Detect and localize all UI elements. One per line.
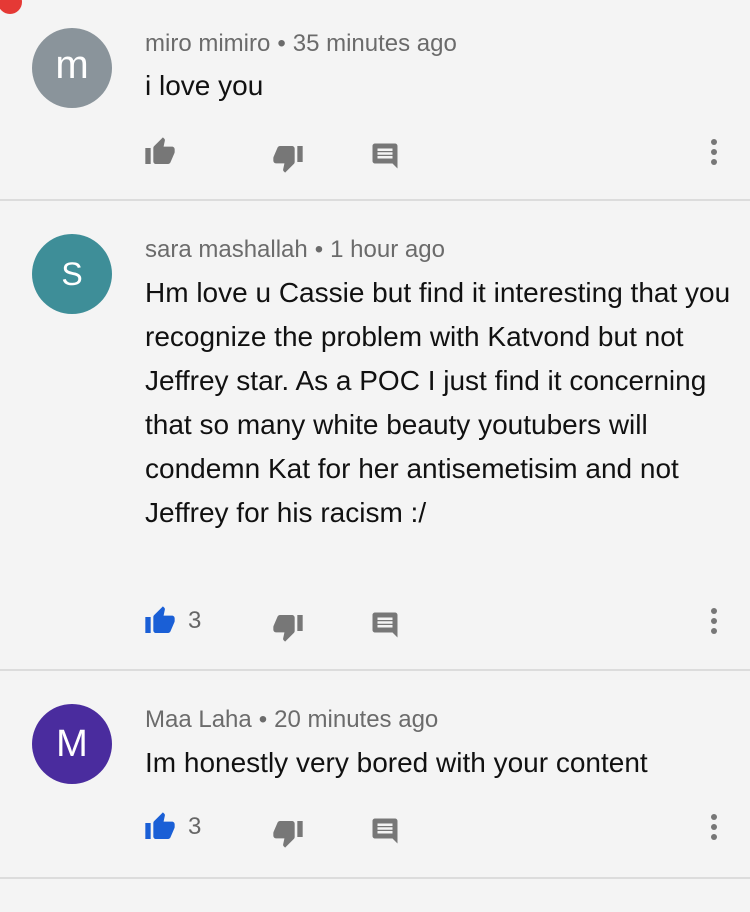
dislike-button[interactable] — [272, 813, 304, 853]
comment-meta: miro mimiro • 35 minutes ago — [145, 30, 457, 58]
comment-time[interactable]: 35 minutes ago — [293, 30, 457, 57]
more-vert-icon — [709, 138, 719, 166]
author-name[interactable]: Maa Laha — [145, 706, 252, 733]
thumbs-down-icon — [272, 611, 304, 643]
avatar-letter: M — [56, 722, 88, 765]
comment-actions: 3 — [0, 601, 750, 642]
meta-separator: • — [277, 30, 286, 57]
comment-meta: sara mashallah • 1 hour ago — [145, 236, 445, 264]
more-options-button[interactable] — [700, 601, 728, 641]
comment-time[interactable]: 20 minutes ago — [274, 706, 438, 733]
meta-separator: • — [258, 706, 268, 733]
avatar[interactable]: m — [32, 28, 112, 108]
thumbs-down-icon — [272, 817, 304, 849]
thumbs-up-icon — [144, 811, 176, 843]
more-vert-icon — [709, 607, 719, 635]
dislike-button[interactable] — [272, 607, 304, 647]
comment-actions — [0, 132, 750, 173]
comment-text: Im honestly very bored with your content — [145, 747, 648, 778]
more-vert-icon — [709, 813, 719, 841]
avatar[interactable]: S — [32, 234, 112, 314]
like-button[interactable]: 3 — [144, 807, 201, 847]
comment-item: m miro mimiro • 35 minutes ago i love you — [0, 0, 750, 201]
thumbs-down-icon — [272, 142, 304, 174]
author-name[interactable]: sara mashallah — [145, 236, 308, 263]
comment-text: i love you — [145, 70, 264, 101]
comment-actions: 3 — [0, 807, 750, 848]
comment-text: Hm love u Cassie but find it interesting… — [145, 277, 731, 528]
avatar-letter: m — [55, 42, 89, 87]
like-button[interactable]: 3 — [144, 601, 201, 641]
comment-meta: Maa Laha • 20 minutes ago — [145, 706, 438, 734]
thumbs-up-icon — [144, 605, 176, 637]
meta-separator: • — [314, 236, 324, 263]
more-options-button[interactable] — [700, 132, 728, 172]
avatar-letter: S — [61, 255, 83, 292]
reply-button[interactable] — [370, 605, 400, 645]
more-options-button[interactable] — [700, 807, 728, 847]
like-button[interactable] — [144, 132, 188, 172]
comment-icon — [370, 610, 400, 640]
thumbs-up-icon — [144, 136, 176, 168]
comment-icon — [370, 141, 400, 171]
reply-button[interactable] — [370, 811, 400, 851]
comment-time[interactable]: 1 hour ago — [330, 236, 445, 263]
like-count: 3 — [188, 813, 202, 840]
comment-item: S sara mashallah • 1 hour ago Hm love u Ca… — [0, 201, 750, 671]
like-count: 3 — [188, 607, 202, 634]
avatar[interactable]: M — [32, 704, 112, 784]
comments-page: m miro mimiro • 35 minutes ago i love you — [0, 0, 750, 912]
comment-item: M Maa Laha • 20 minutes ago Im honestly ve… — [0, 671, 750, 879]
dislike-button[interactable] — [272, 138, 304, 178]
comment-icon — [370, 816, 400, 846]
reply-button[interactable] — [370, 136, 400, 176]
author-name[interactable]: miro mimiro — [145, 30, 270, 57]
